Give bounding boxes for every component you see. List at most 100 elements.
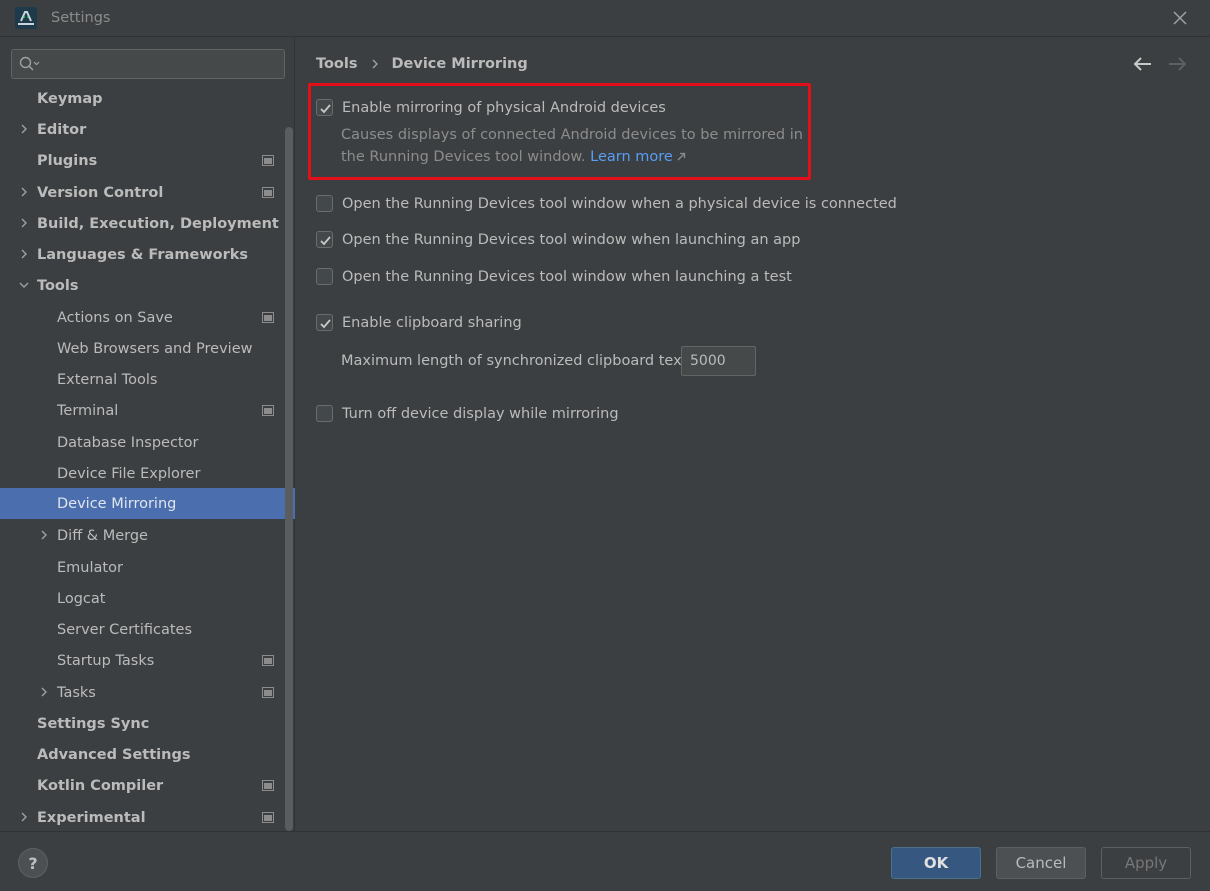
sidebar-item-label: External Tools xyxy=(57,371,158,388)
clipboard-sharing-option[interactable]: Enable clipboard sharing xyxy=(316,314,522,331)
clipboard-sharing-checkbox[interactable] xyxy=(316,314,333,331)
breadcrumb-parent[interactable]: Tools xyxy=(316,56,358,72)
learn-more-label: Learn more xyxy=(590,149,673,165)
sidebar-item-plugins[interactable]: Plugins xyxy=(0,145,295,176)
sidebar-item-label: Device Mirroring xyxy=(57,495,177,512)
forward-arrow-icon[interactable] xyxy=(1166,55,1188,73)
enable-mirroring-option[interactable]: Enable mirroring of physical Android dev… xyxy=(316,99,666,116)
project-settings-icon xyxy=(262,312,274,323)
sidebar-item-database-inspector[interactable]: Database Inspector xyxy=(0,427,295,458)
sidebar-item-device-file-explorer[interactable]: Device File Explorer xyxy=(0,458,295,489)
search-input[interactable] xyxy=(11,49,285,79)
enable-mirroring-description: Causes displays of connected Android dev… xyxy=(341,124,803,168)
sidebar-item-tasks[interactable]: Tasks xyxy=(0,677,295,708)
enable-mirroring-label: Enable mirroring of physical Android dev… xyxy=(342,99,666,116)
sidebar-item-label: Tools xyxy=(37,277,79,294)
breadcrumb-current: Device Mirroring xyxy=(391,56,528,72)
chevron-right-icon xyxy=(372,59,378,69)
chevron-down-icon[interactable] xyxy=(18,279,30,291)
enable-mirroring-checkbox[interactable] xyxy=(316,99,333,116)
settings-sidebar: Keymap Editor Plugins Version Control Bu… xyxy=(0,37,295,831)
learn-more-link[interactable]: Learn more xyxy=(590,149,686,165)
window-title: Settings xyxy=(51,10,111,26)
sidebar-item-build[interactable]: Build, Execution, Deployment xyxy=(0,208,295,239)
title-bar: Settings xyxy=(0,0,1210,37)
sidebar-item-version-control[interactable]: Version Control xyxy=(0,177,295,208)
open-on-connect-option[interactable]: Open the Running Devices tool window whe… xyxy=(316,195,897,212)
sidebar-item-label: Keymap xyxy=(37,90,103,107)
sidebar-item-label: Plugins xyxy=(37,152,98,169)
description-text: the Running Devices tool window. xyxy=(341,149,586,165)
sidebar-item-label: Settings Sync xyxy=(37,715,150,732)
sidebar-item-label: Advanced Settings xyxy=(37,746,191,763)
sidebar-item-startup-tasks[interactable]: Startup Tasks xyxy=(0,645,295,676)
sidebar-item-label: Editor xyxy=(37,121,87,138)
sidebar-item-device-mirroring[interactable]: Device Mirroring xyxy=(0,488,295,519)
open-on-launch-app-label: Open the Running Devices tool window whe… xyxy=(342,231,801,248)
sidebar-item-label: Server Certificates xyxy=(57,621,193,638)
max-clipboard-input[interactable]: 5000 xyxy=(681,346,756,376)
project-settings-icon xyxy=(262,155,274,166)
sidebar-item-diff-merge[interactable]: Diff & Merge xyxy=(0,520,295,551)
android-studio-icon xyxy=(15,7,37,29)
max-clipboard-label: Maximum length of synchronized clipboard… xyxy=(341,353,693,369)
sidebar-item-label: Version Control xyxy=(37,184,164,201)
sidebar-item-logcat[interactable]: Logcat xyxy=(0,583,295,614)
chevron-right-icon[interactable] xyxy=(18,248,30,260)
chevron-right-icon[interactable] xyxy=(18,217,30,229)
chevron-right-icon[interactable] xyxy=(18,186,30,198)
open-on-connect-checkbox[interactable] xyxy=(316,195,333,212)
close-icon[interactable] xyxy=(1170,8,1190,28)
apply-button[interactable]: Apply xyxy=(1101,847,1191,879)
sidebar-item-tools[interactable]: Tools xyxy=(0,270,295,301)
sidebar-item-web-browsers[interactable]: Web Browsers and Preview xyxy=(0,333,295,364)
sidebar-item-label: Database Inspector xyxy=(57,434,199,451)
sidebar-item-label: Kotlin Compiler xyxy=(37,777,164,794)
turn-off-display-option[interactable]: Turn off device display while mirroring xyxy=(316,405,619,422)
checkmark-icon xyxy=(320,319,331,329)
search-icon xyxy=(19,56,40,71)
turn-off-display-checkbox[interactable] xyxy=(316,405,333,422)
chevron-right-icon[interactable] xyxy=(18,811,30,823)
back-arrow-icon[interactable] xyxy=(1132,55,1154,73)
sidebar-item-kotlin-compiler[interactable]: Kotlin Compiler xyxy=(0,770,295,801)
open-on-launch-app-checkbox[interactable] xyxy=(316,231,333,248)
sidebar-item-emulator[interactable]: Emulator xyxy=(0,552,295,583)
checkmark-icon xyxy=(320,236,331,246)
sidebar-scrollbar[interactable] xyxy=(285,127,293,831)
open-on-launch-test-option[interactable]: Open the Running Devices tool window whe… xyxy=(316,268,792,285)
sidebar-item-languages[interactable]: Languages & Frameworks xyxy=(0,239,295,270)
dialog-footer: ? OK Cancel Apply xyxy=(0,831,1210,891)
settings-content: Tools Device Mirroring Enable mirroring … xyxy=(296,37,1210,831)
ok-button[interactable]: OK xyxy=(891,847,981,879)
project-settings-icon xyxy=(262,687,274,698)
sidebar-item-label: Diff & Merge xyxy=(57,527,148,544)
cancel-button[interactable]: Cancel xyxy=(996,847,1086,879)
sidebar-item-experimental[interactable]: Experimental xyxy=(0,802,295,833)
description-line: Causes displays of connected Android dev… xyxy=(341,127,803,143)
sidebar-item-label: Terminal xyxy=(57,402,119,419)
chevron-right-icon[interactable] xyxy=(38,529,50,541)
sidebar-item-editor[interactable]: Editor xyxy=(0,114,295,145)
sidebar-item-label: Build, Execution, Deployment xyxy=(37,215,279,232)
sidebar-item-external-tools[interactable]: External Tools xyxy=(0,364,295,395)
sidebar-item-label: Logcat xyxy=(57,590,106,607)
sidebar-item-label: Emulator xyxy=(57,559,123,576)
sidebar-item-label: Startup Tasks xyxy=(57,652,155,669)
sidebar-item-actions-on-save[interactable]: Actions on Save xyxy=(0,302,295,333)
open-on-launch-test-checkbox[interactable] xyxy=(316,268,333,285)
sidebar-item-terminal[interactable]: Terminal xyxy=(0,395,295,426)
sidebar-item-server-certificates[interactable]: Server Certificates xyxy=(0,614,295,645)
open-on-launch-app-option[interactable]: Open the Running Devices tool window whe… xyxy=(316,231,800,248)
chevron-right-icon[interactable] xyxy=(18,123,30,135)
external-link-icon xyxy=(678,152,686,161)
chevron-right-icon[interactable] xyxy=(38,686,50,698)
clipboard-sharing-label: Enable clipboard sharing xyxy=(342,314,522,331)
project-settings-icon xyxy=(262,187,274,198)
help-button[interactable]: ? xyxy=(18,848,48,878)
sidebar-item-settings-sync[interactable]: Settings Sync xyxy=(0,708,295,739)
sidebar-item-advanced-settings[interactable]: Advanced Settings xyxy=(0,739,295,770)
checkmark-icon xyxy=(320,104,331,114)
sidebar-item-label: Languages & Frameworks xyxy=(37,246,249,263)
sidebar-item-keymap[interactable]: Keymap xyxy=(0,83,295,114)
